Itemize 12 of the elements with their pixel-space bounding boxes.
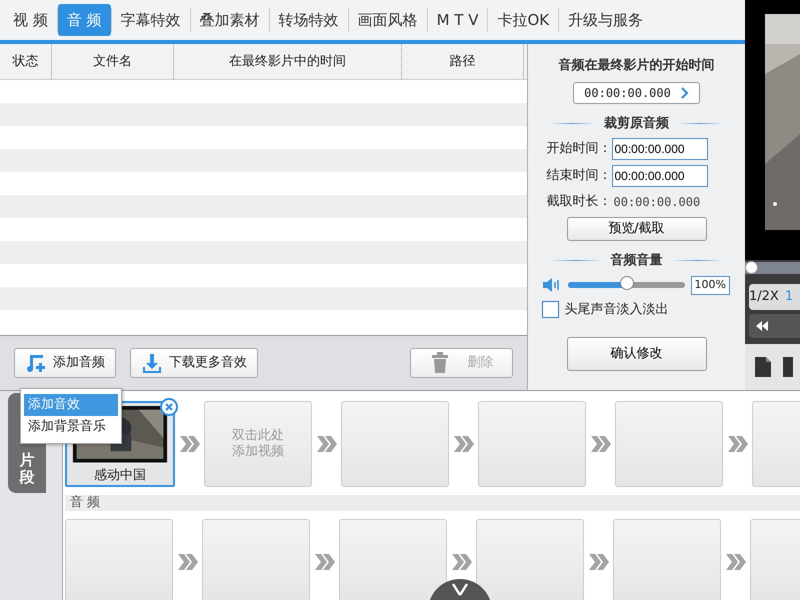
section-title: 音频在最终影片的开始时间 <box>558 56 714 75</box>
duration-value: 00:00:00.000 <box>614 194 700 211</box>
field-label: 结束时间： <box>546 167 612 186</box>
slot-hint: 双击此处添加视频 <box>231 428 285 460</box>
section-title: 裁剪原音频 <box>604 114 669 132</box>
checkbox-label: 头尾声音淡入淡出 <box>564 300 668 318</box>
volume-reading: 100% <box>690 276 730 294</box>
clip-title: 感动中国 <box>93 466 147 484</box>
section-title: 音频音量 <box>610 252 662 270</box>
track-label: 音 频 <box>65 495 800 511</box>
field-label: 开始时间： <box>546 140 612 158</box>
field-label: 截取时长： <box>546 193 612 211</box>
